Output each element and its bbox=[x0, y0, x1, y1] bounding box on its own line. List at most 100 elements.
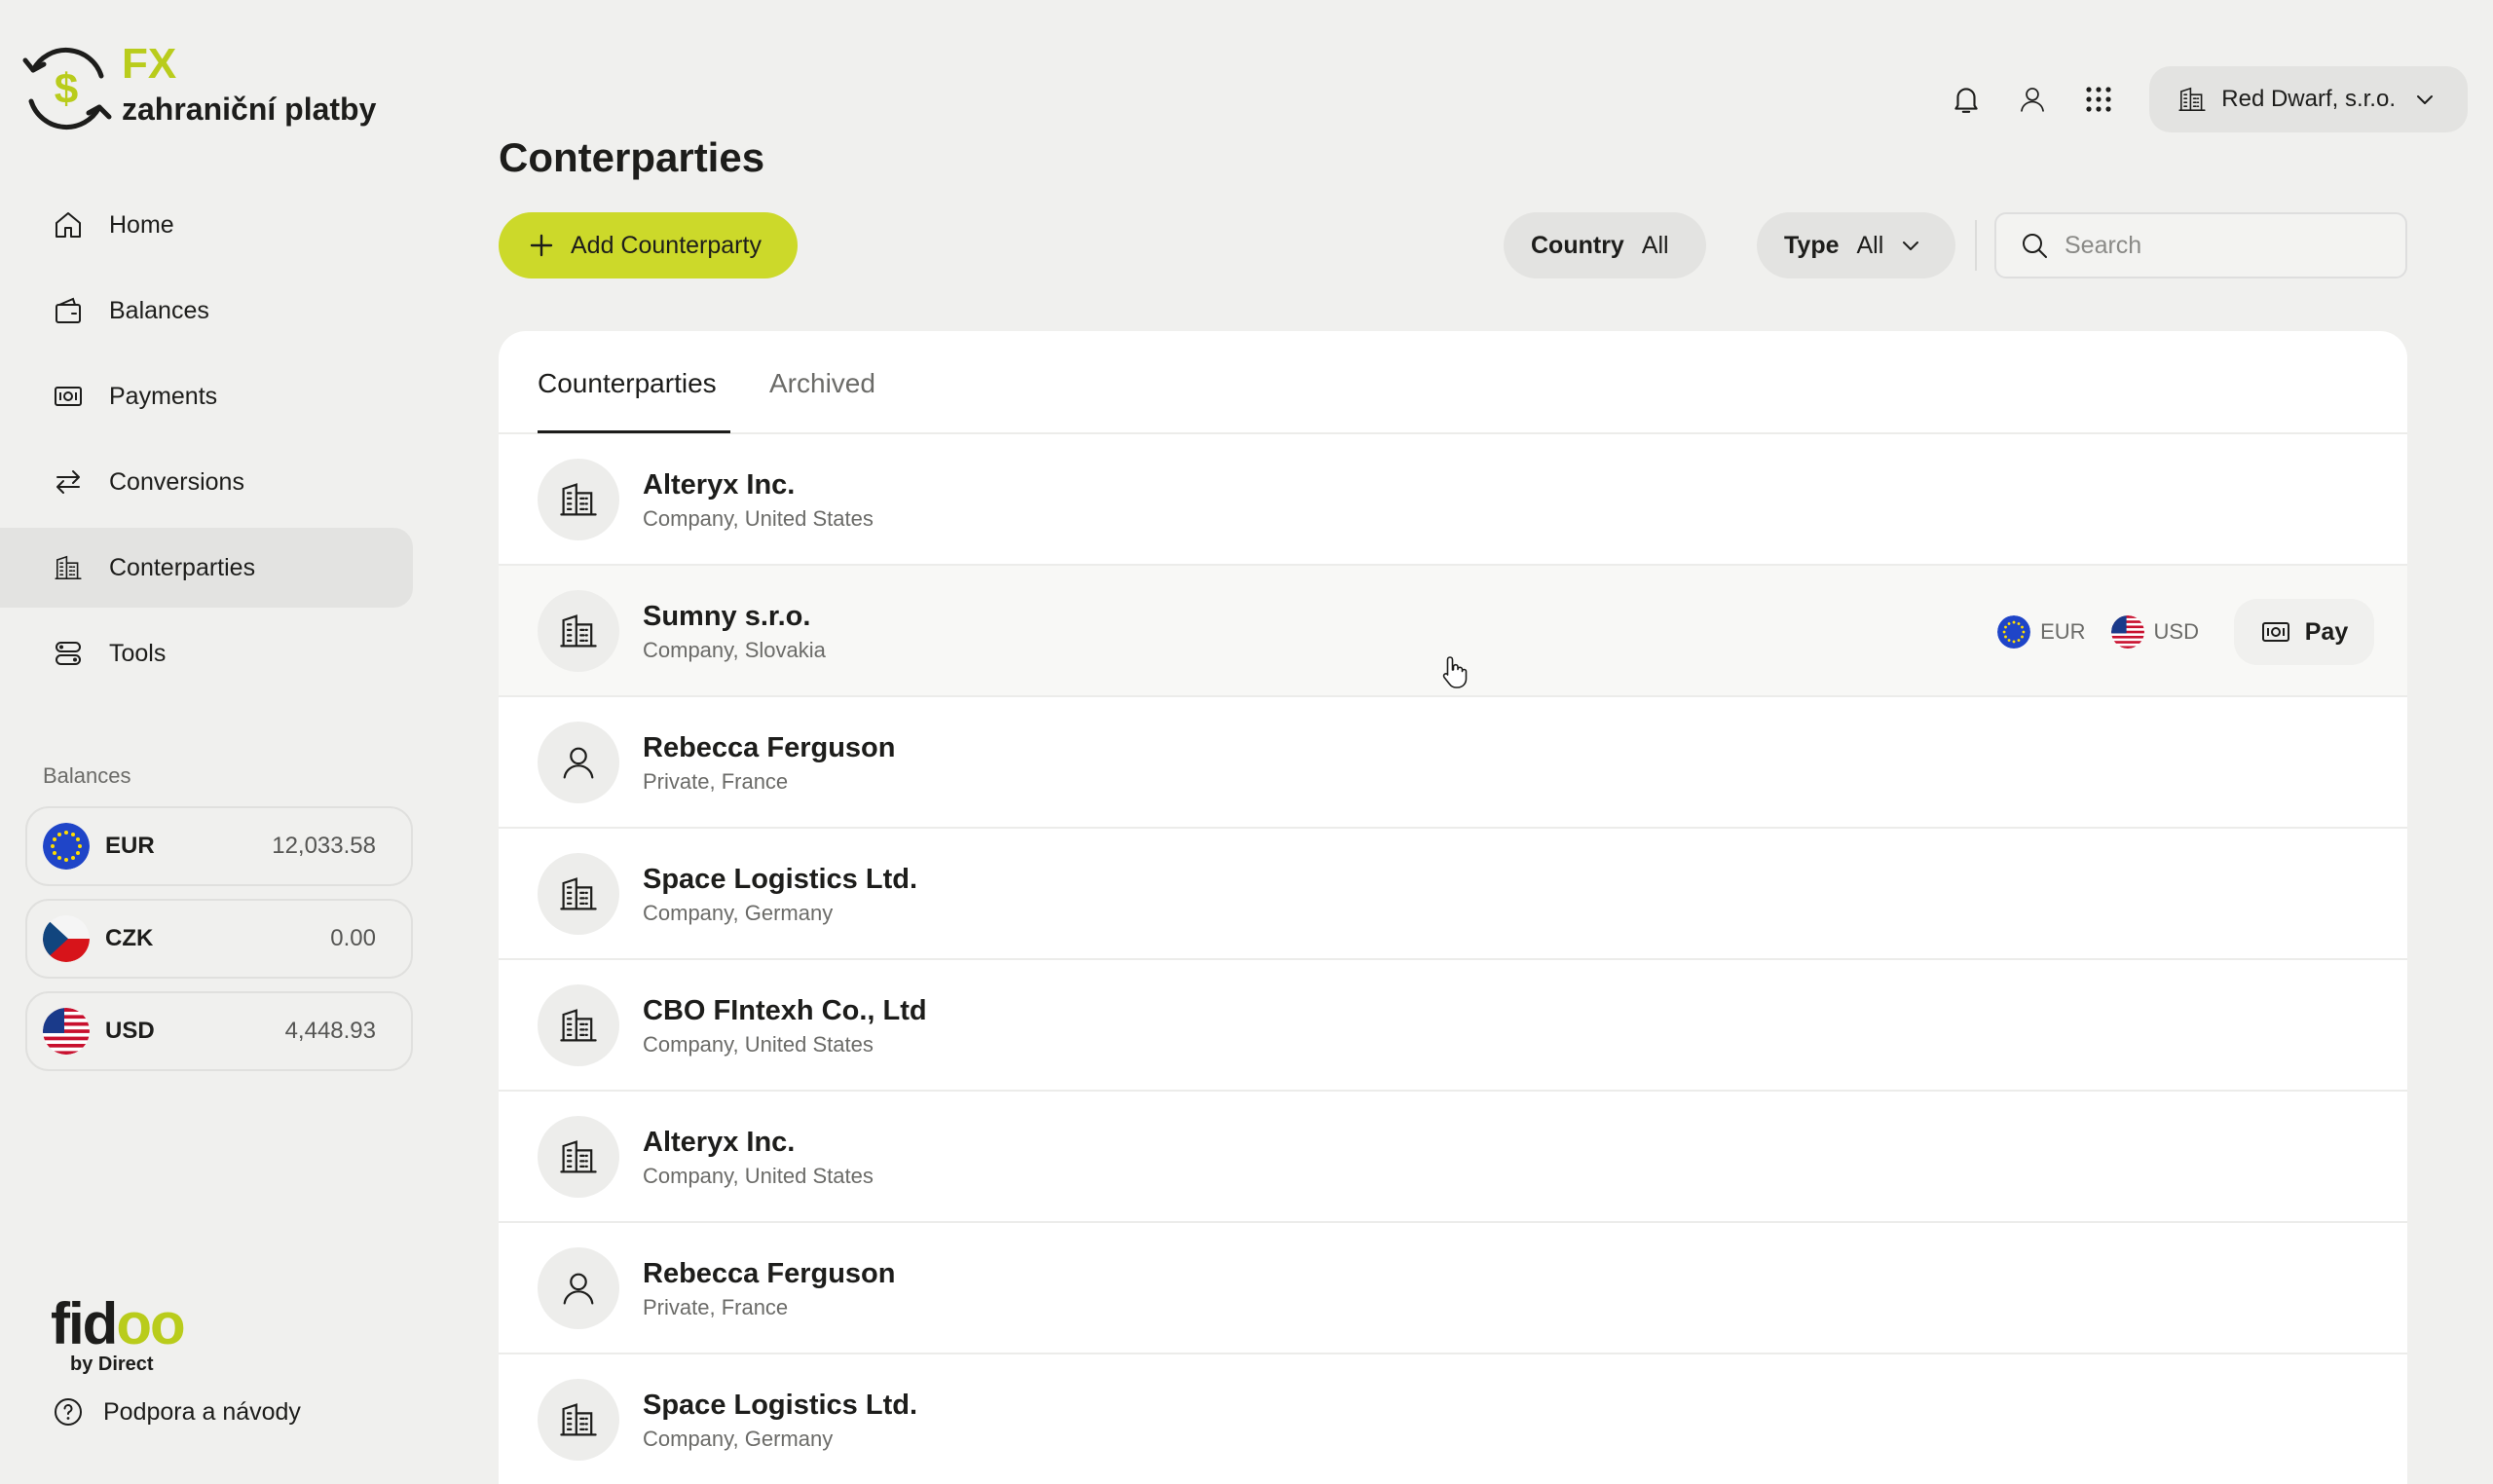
balances-heading: Balances bbox=[43, 763, 131, 788]
building-icon bbox=[557, 610, 600, 652]
type-filter[interactable]: Type All bbox=[1757, 212, 1955, 278]
fidoo-logo-accent: oo bbox=[116, 1291, 185, 1356]
balances-list: EUR 12,033.58 CZK 0.00 USD 4,448.93 bbox=[25, 806, 413, 1084]
top-bar: Red Dwarf, s.r.o. bbox=[1927, 66, 2468, 132]
balance-card-usd[interactable]: USD 4,448.93 bbox=[25, 991, 413, 1071]
balance-amount: 12,033.58 bbox=[272, 833, 376, 859]
currency-code: USD bbox=[2153, 619, 2199, 644]
notifications-button[interactable] bbox=[1939, 72, 1993, 127]
search-icon bbox=[2023, 234, 2047, 258]
building-icon bbox=[557, 1398, 600, 1441]
counterparty-row[interactable]: Space Logistics Ltd. Company, Germany bbox=[499, 829, 2407, 960]
counterparty-details: Company, United States bbox=[643, 505, 874, 531]
fidoo-by: by Direct bbox=[70, 1354, 154, 1375]
person-avatar bbox=[538, 721, 619, 803]
balance-currency: CZK bbox=[105, 925, 154, 951]
nav-item-counterparties[interactable]: Conterparties bbox=[0, 528, 413, 608]
logo-fx: FX bbox=[122, 40, 177, 88]
counterparty-row[interactable]: Space Logistics Ltd. Company, Germany bbox=[499, 1354, 2407, 1484]
currency-eur: EUR bbox=[1997, 615, 2086, 649]
nav-label: Tools bbox=[109, 639, 167, 667]
counterparty-name: Sumny s.r.o. bbox=[643, 600, 811, 632]
eu-flag-icon bbox=[1997, 615, 2030, 649]
organization-name: Red Dwarf, s.r.o. bbox=[2221, 86, 2396, 112]
apps-button[interactable] bbox=[2071, 72, 2126, 127]
filter-label: Country bbox=[1531, 231, 1624, 259]
fidoo-logo: fidoo by Direct bbox=[51, 1295, 186, 1376]
support-label: Podpora a návody bbox=[103, 1397, 301, 1426]
building-icon bbox=[51, 550, 86, 585]
building-icon bbox=[557, 1135, 600, 1178]
main-nav: Home Balances Payments Conversions Conte… bbox=[0, 185, 413, 699]
balance-amount: 0.00 bbox=[330, 925, 376, 951]
building-icon bbox=[2177, 84, 2208, 115]
counterparty-details: Private, France bbox=[643, 1294, 789, 1319]
nav-label: Conterparties bbox=[109, 553, 256, 581]
active-tab-indicator bbox=[538, 430, 730, 433]
counterparty-name: CBO FIntexh Co., Ltd bbox=[643, 994, 927, 1026]
support-link[interactable]: Podpora a návody bbox=[53, 1396, 301, 1428]
person-icon bbox=[557, 741, 600, 784]
profile-button[interactable] bbox=[2005, 72, 2060, 127]
eu-flag-icon bbox=[43, 823, 90, 870]
cz-flag-icon bbox=[43, 915, 90, 962]
counterparty-name: Rebecca Ferguson bbox=[643, 731, 896, 763]
chevron-down-icon bbox=[1899, 234, 1922, 257]
cash-icon bbox=[51, 379, 86, 414]
nav-label: Home bbox=[109, 210, 174, 239]
fx-logo-icon: $ bbox=[22, 47, 112, 130]
counterparty-details: Company, Germany bbox=[643, 900, 834, 925]
counterparty-name: Space Logistics Ltd. bbox=[643, 863, 917, 895]
filter-label: Type bbox=[1784, 231, 1840, 259]
tab-archived[interactable]: Archived bbox=[769, 368, 875, 399]
wallet-icon bbox=[51, 293, 86, 328]
counterparty-name: Alteryx Inc. bbox=[643, 468, 796, 501]
search-input[interactable] bbox=[2065, 231, 2396, 260]
balance-card-czk[interactable]: CZK 0.00 bbox=[25, 899, 413, 979]
counterparty-row[interactable]: Alteryx Inc. Company, United States bbox=[499, 434, 2407, 566]
counterparty-details: Private, France bbox=[643, 768, 789, 794]
nav-item-balances[interactable]: Balances bbox=[0, 271, 413, 351]
app-logo[interactable]: $ FX zahraniční platby bbox=[19, 43, 409, 130]
divider bbox=[1975, 220, 1977, 271]
search-box[interactable] bbox=[1994, 212, 2407, 278]
nav-item-payments[interactable]: Payments bbox=[0, 356, 413, 436]
company-avatar bbox=[538, 458, 619, 540]
grid-dots-icon bbox=[2086, 87, 2111, 112]
nav-label: Payments bbox=[109, 382, 218, 410]
currency-usd: USD bbox=[2111, 615, 2199, 649]
plus-icon bbox=[530, 234, 553, 257]
user-icon bbox=[2016, 83, 2049, 116]
company-avatar bbox=[538, 1378, 619, 1461]
company-avatar bbox=[538, 983, 619, 1066]
balance-card-eur[interactable]: EUR 12,033.58 bbox=[25, 806, 413, 886]
building-icon bbox=[557, 872, 600, 915]
counterparty-row[interactable]: Alteryx Inc. Company, United States bbox=[499, 1092, 2407, 1223]
hand-cursor-icon bbox=[1442, 656, 1468, 688]
tab-bar: Counterparties Archived bbox=[499, 331, 2407, 434]
counterparty-name: Space Logistics Ltd. bbox=[643, 1389, 917, 1421]
organization-switcher[interactable]: Red Dwarf, s.r.o. bbox=[2149, 66, 2468, 132]
nav-label: Conversions bbox=[109, 467, 244, 496]
building-icon bbox=[557, 478, 600, 521]
counterparty-row[interactable]: Rebecca Ferguson Private, France bbox=[499, 697, 2407, 829]
add-counterparty-button[interactable]: Add Counterparty bbox=[499, 212, 798, 278]
counterparty-row[interactable]: Rebecca Ferguson Private, France bbox=[499, 1223, 2407, 1354]
counterparty-details: Company, Slovakia bbox=[643, 637, 826, 662]
bell-icon bbox=[1954, 88, 1978, 113]
nav-item-tools[interactable]: Tools bbox=[0, 613, 413, 693]
company-avatar bbox=[538, 589, 619, 672]
pay-label: Pay bbox=[2304, 617, 2349, 646]
person-icon bbox=[557, 1267, 600, 1310]
nav-item-home[interactable]: Home bbox=[0, 185, 413, 265]
swap-arrows-icon bbox=[51, 464, 86, 500]
counterparty-details: Company, United States bbox=[643, 1163, 874, 1188]
country-filter[interactable]: Country All bbox=[1504, 212, 1706, 278]
counterparty-row[interactable]: CBO FIntexh Co., Ltd Company, United Stat… bbox=[499, 960, 2407, 1092]
counterparty-name: Rebecca Ferguson bbox=[643, 1257, 896, 1289]
tab-counterparties[interactable]: Counterparties bbox=[538, 368, 717, 399]
nav-item-conversions[interactable]: Conversions bbox=[0, 442, 413, 522]
filter-value: All bbox=[1856, 231, 1884, 259]
balance-amount: 4,448.93 bbox=[284, 1018, 376, 1044]
pay-button[interactable]: Pay bbox=[2234, 599, 2374, 665]
